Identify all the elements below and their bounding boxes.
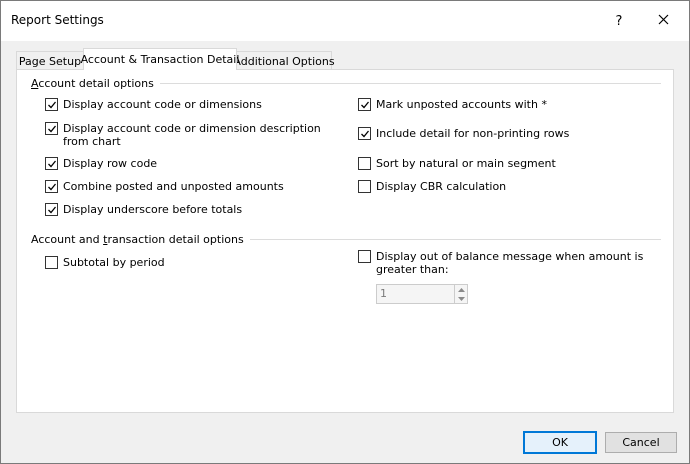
close-button[interactable] — [645, 7, 681, 35]
display-underscore-label: Display underscore before totals — [63, 203, 243, 216]
checkmark-icon — [360, 101, 369, 108]
combine-amounts-checkbox[interactable] — [45, 180, 58, 193]
checkmark-icon — [47, 160, 56, 167]
chevron-up-icon — [457, 287, 465, 292]
checkmark-icon — [47, 125, 56, 132]
display-description-label: Display account code or dimension descri… — [63, 122, 321, 148]
display-row-code-label: Display row code — [63, 157, 158, 170]
ok-label: OK — [552, 436, 568, 449]
sort-natural-label: Sort by natural or main segment — [376, 157, 556, 170]
transaction-detail-group-title: Account and transaction detail options — [31, 233, 250, 246]
account-detail-group-title: Account detail options — [31, 77, 160, 90]
tab-account-transaction-detail[interactable]: Account & Transaction Detail — [80, 48, 240, 70]
display-cbr-label: Display CBR calculation — [376, 180, 507, 193]
cancel-button[interactable]: Cancel — [605, 432, 677, 453]
out-of-balance-label: Display out of balance message when amou… — [376, 250, 644, 276]
tab-label: Page Setup — [18, 54, 82, 68]
stepper-up-button[interactable] — [455, 285, 467, 294]
subtotal-by-period-checkbox[interactable] — [45, 256, 58, 269]
mark-unposted-label: Mark unposted accounts with * — [376, 98, 547, 111]
display-underscore-checkbox[interactable] — [45, 203, 58, 216]
stepper-buttons — [454, 285, 467, 303]
threshold-stepper[interactable]: 1 — [376, 284, 468, 304]
mark-unposted-checkbox[interactable] — [358, 98, 371, 111]
out-of-balance-checkbox[interactable] — [358, 250, 371, 263]
subtotal-by-period-label: Subtotal by period — [63, 256, 165, 269]
include-detail-label: Include detail for non-printing rows — [376, 127, 570, 140]
close-icon — [658, 14, 669, 28]
tab-additional-options[interactable]: Additional Options — [233, 51, 335, 70]
cancel-label: Cancel — [622, 436, 660, 449]
help-icon: ? — [615, 13, 623, 29]
checkmark-icon — [360, 130, 369, 137]
chevron-down-icon — [457, 296, 465, 301]
title-bar: Report Settings ? — [1, 1, 689, 41]
include-detail-checkbox[interactable] — [358, 127, 371, 140]
checkmark-icon — [47, 101, 56, 108]
display-cbr-checkbox[interactable] — [358, 180, 371, 193]
ok-button[interactable]: OK — [523, 431, 597, 454]
checkmark-icon — [47, 206, 56, 213]
tab-label: Additional Options — [233, 54, 335, 68]
sort-natural-checkbox[interactable] — [358, 157, 371, 170]
tab-label: Account & Transaction Detail — [80, 53, 240, 66]
checkmark-icon — [47, 183, 56, 190]
stepper-down-button[interactable] — [455, 294, 467, 303]
display-row-code-checkbox[interactable] — [45, 157, 58, 170]
threshold-value: 1 — [380, 287, 387, 300]
help-button[interactable]: ? — [601, 7, 637, 35]
display-account-code-checkbox[interactable] — [45, 98, 58, 111]
tab-page-setup[interactable]: Page Setup — [16, 51, 84, 70]
display-description-checkbox[interactable] — [45, 122, 58, 135]
report-settings-dialog: Report Settings ? Page Setup Account & T… — [0, 0, 690, 464]
display-account-code-label: Display account code or dimensions — [63, 98, 262, 111]
combine-amounts-label: Combine posted and unposted amounts — [63, 180, 284, 193]
dialog-title: Report Settings — [11, 13, 104, 27]
